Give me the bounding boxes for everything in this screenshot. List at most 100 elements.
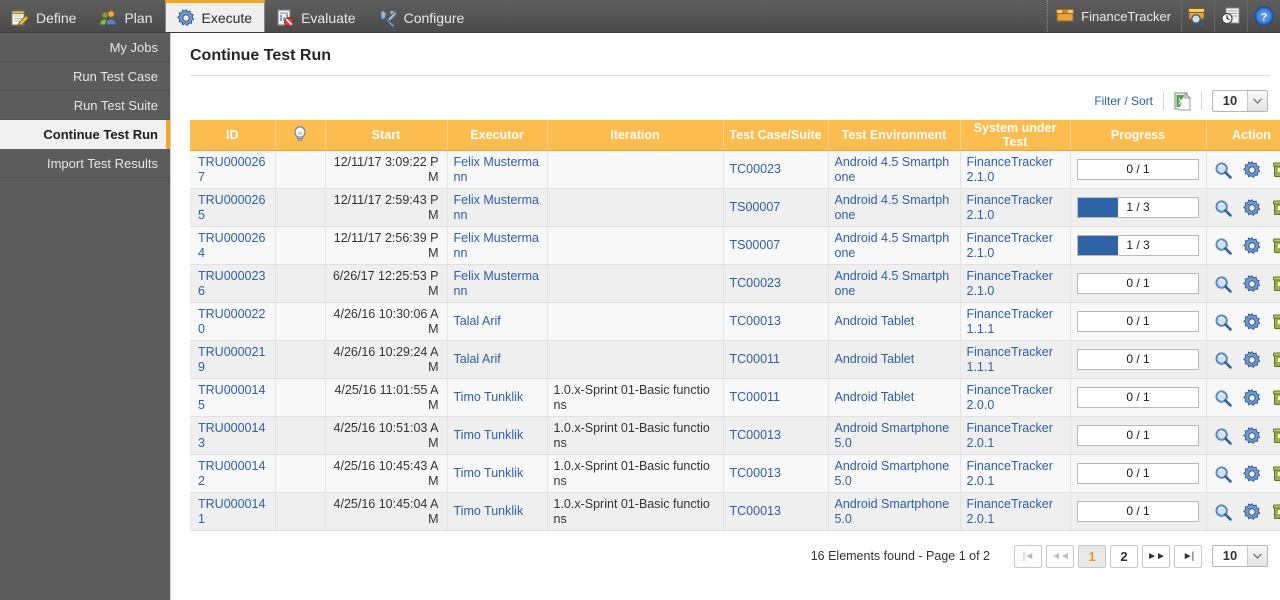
cell-executor[interactable]: Timo Tunklik	[447, 416, 548, 455]
magnifier-icon[interactable]	[1213, 160, 1233, 180]
cell-testcase[interactable]: TC00013	[723, 492, 829, 531]
cell-sut[interactable]: FinanceTracker 2.0.1	[960, 416, 1071, 455]
filter-sort-link[interactable]: Filter / Sort	[1094, 94, 1163, 108]
cell-executor[interactable]: Felix Mustermann	[447, 226, 548, 265]
sidebar-item-import-test-results[interactable]: Import Test Results	[0, 149, 170, 178]
history-report-icon[interactable]	[1214, 0, 1247, 32]
cell-sut-text[interactable]: FinanceTracker 2.0.0	[967, 383, 1053, 412]
cell-environment-text[interactable]: Android Tablet	[835, 314, 915, 328]
magnifier-icon[interactable]	[1213, 198, 1233, 218]
tab-configure[interactable]: Configure	[368, 0, 477, 32]
cell-testcase[interactable]: TC00023	[723, 264, 829, 303]
cell-environment[interactable]: Android 4.5 Smartphone	[828, 264, 961, 303]
page-button-1[interactable]: 1	[1078, 544, 1106, 568]
recycle-bin-icon[interactable]	[1271, 464, 1280, 484]
cell-id-text[interactable]: TRU0000141	[198, 497, 265, 526]
cell-environment[interactable]: Android Tablet	[828, 340, 961, 379]
cell-executor[interactable]: Talal Arif	[447, 302, 548, 341]
cell-testcase-text[interactable]: TS00007	[730, 200, 781, 214]
cell-environment[interactable]: Android 4.5 Smartphone	[828, 226, 961, 265]
cell-sut[interactable]: FinanceTracker 2.1.0	[960, 264, 1071, 303]
cell-testcase-text[interactable]: TC00023	[730, 276, 781, 290]
cell-id-text[interactable]: TRU0000264	[198, 231, 265, 260]
cell-testcase-text[interactable]: TC00013	[730, 314, 781, 328]
cell-sut-text[interactable]: FinanceTracker 1.1.1	[967, 307, 1053, 336]
sidebar-item-my-jobs[interactable]: My Jobs	[0, 33, 170, 62]
next-page-button[interactable]: ►►	[1142, 544, 1170, 568]
column-header-id[interactable]: ID	[190, 120, 276, 151]
cell-environment[interactable]: Android Smartphone 5.0	[828, 492, 961, 531]
cell-executor-text[interactable]: Timo Tunklik	[454, 504, 524, 518]
gear-icon[interactable]	[1242, 312, 1262, 332]
cell-testcase-text[interactable]: TC00013	[730, 466, 781, 480]
cell-environment[interactable]: Android Smartphone 5.0	[828, 416, 961, 455]
cell-executor[interactable]: Felix Mustermann	[447, 150, 548, 189]
cell-environment-text[interactable]: Android Smartphone 5.0	[835, 421, 950, 450]
cell-executor[interactable]: Felix Mustermann	[447, 188, 548, 227]
cell-testcase-text[interactable]: TS00007	[730, 238, 781, 252]
cell-executor[interactable]: Timo Tunklik	[447, 378, 548, 417]
first-page-button[interactable]: |◄	[1014, 544, 1042, 568]
tab-plan[interactable]: Plan	[88, 0, 164, 32]
tab-evaluate[interactable]: Evaluate	[265, 0, 367, 32]
sidebar-item-run-test-suite[interactable]: Run Test Suite	[0, 91, 170, 120]
recycle-bin-icon[interactable]	[1271, 502, 1280, 522]
cell-testcase-text[interactable]: TC00011	[730, 390, 781, 404]
cell-testcase-text[interactable]: TC00013	[730, 504, 781, 518]
cell-environment[interactable]: Android Smartphone 5.0	[828, 454, 961, 493]
cell-sut[interactable]: FinanceTracker 2.0.1	[960, 454, 1071, 493]
cell-executor[interactable]: Timo Tunklik	[447, 454, 548, 493]
magnifier-icon[interactable]	[1213, 502, 1233, 522]
gear-icon[interactable]	[1242, 464, 1262, 484]
column-header-start[interactable]: Start	[325, 120, 448, 151]
magnifier-icon[interactable]	[1213, 274, 1233, 294]
cell-environment-text[interactable]: Android 4.5 Smartphone	[835, 193, 950, 222]
magnifier-icon[interactable]	[1213, 426, 1233, 446]
cell-environment[interactable]: Android Tablet	[828, 378, 961, 417]
cell-sut-text[interactable]: FinanceTracker 2.0.1	[967, 497, 1053, 526]
cell-executor-text[interactable]: Talal Arif	[454, 352, 501, 366]
cell-id[interactable]: TRU0000220	[190, 302, 276, 341]
cell-testcase-text[interactable]: TC00023	[730, 162, 781, 176]
gear-icon[interactable]	[1242, 426, 1262, 446]
cell-executor-text[interactable]: Felix Mustermann	[454, 193, 539, 222]
cell-id[interactable]: TRU0000219	[190, 340, 276, 379]
cell-environment-text[interactable]: Android 4.5 Smartphone	[835, 269, 950, 298]
help-icon[interactable]: ?	[1247, 0, 1280, 32]
gear-icon[interactable]	[1242, 160, 1262, 180]
page-size-select-top[interactable]: 10	[1212, 90, 1268, 112]
cell-testcase-text[interactable]: TC00011	[730, 352, 781, 366]
cell-environment-text[interactable]: Android Smartphone 5.0	[835, 497, 950, 526]
cell-environment-text[interactable]: Android Smartphone 5.0	[835, 459, 950, 488]
cell-executor-text[interactable]: Timo Tunklik	[454, 428, 524, 442]
column-header-lightbulb[interactable]	[275, 120, 326, 151]
cell-id-text[interactable]: TRU0000142	[198, 459, 265, 488]
cell-executor-text[interactable]: Timo Tunklik	[454, 466, 524, 480]
gear-icon[interactable]	[1242, 388, 1262, 408]
gear-icon[interactable]	[1242, 274, 1262, 294]
cell-id[interactable]: TRU0000143	[190, 416, 276, 455]
cell-id-text[interactable]: TRU0000265	[198, 193, 265, 222]
sidebar-item-run-test-case[interactable]: Run Test Case	[0, 62, 170, 91]
cell-id-text[interactable]: TRU0000143	[198, 421, 265, 450]
cell-testcase[interactable]: TS00007	[723, 188, 829, 227]
cell-id-text[interactable]: TRU0000236	[198, 269, 265, 298]
excel-export-icon[interactable]: X	[1164, 91, 1201, 111]
cell-testcase[interactable]: TC00013	[723, 302, 829, 341]
tab-execute[interactable]: Execute	[164, 0, 266, 32]
cell-executor[interactable]: Felix Mustermann	[447, 264, 548, 303]
cell-executor[interactable]: Talal Arif	[447, 340, 548, 379]
cell-sut[interactable]: FinanceTracker 2.0.1	[960, 492, 1071, 531]
cell-executor-text[interactable]: Felix Mustermann	[454, 269, 539, 298]
cell-testcase[interactable]: TS00007	[723, 226, 829, 265]
cell-executor-text[interactable]: Timo Tunklik	[454, 390, 524, 404]
magnifier-icon[interactable]	[1213, 236, 1233, 256]
recycle-bin-icon[interactable]	[1271, 236, 1280, 256]
cell-executor-text[interactable]: Felix Mustermann	[454, 231, 539, 260]
project-selector[interactable]: FinanceTracker	[1047, 0, 1181, 32]
column-header-system-under-test[interactable]: System under Test	[960, 120, 1071, 151]
cell-testcase-text[interactable]: TC00013	[730, 428, 781, 442]
last-page-button[interactable]: ►|	[1174, 544, 1202, 568]
cell-sut-text[interactable]: FinanceTracker 2.1.0	[967, 193, 1053, 222]
cell-environment[interactable]: Android 4.5 Smartphone	[828, 188, 961, 227]
